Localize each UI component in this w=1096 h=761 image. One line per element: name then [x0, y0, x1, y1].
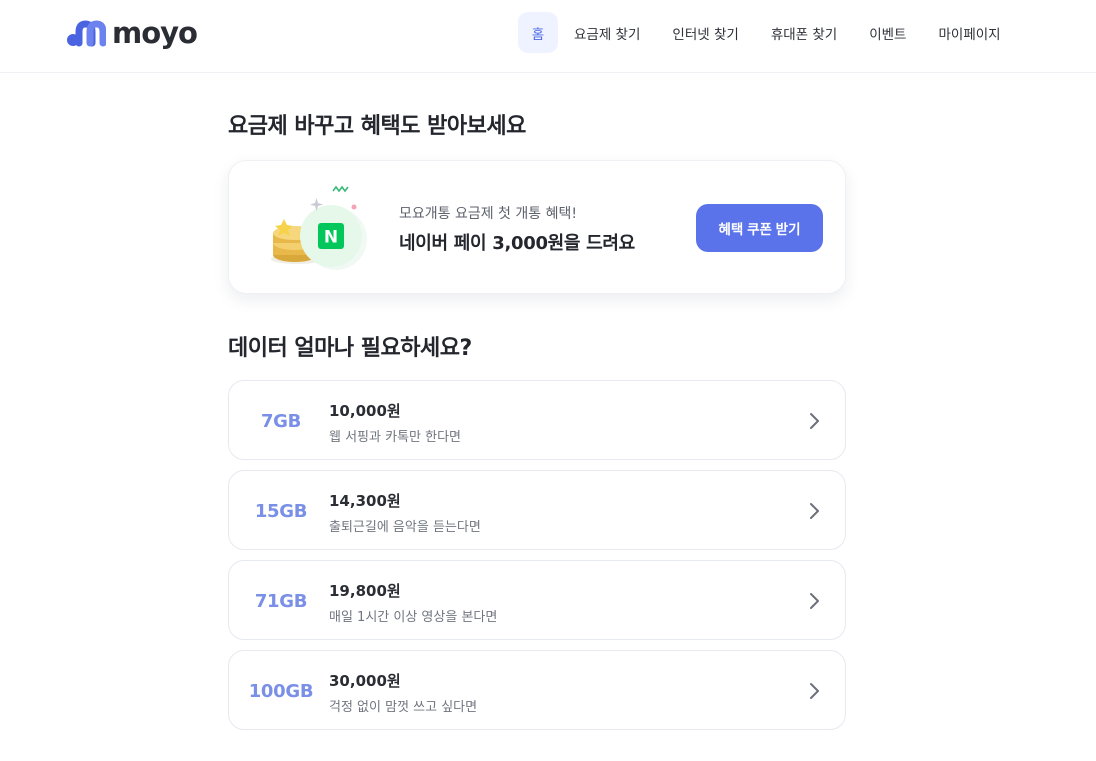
promo-banner[interactable]: N 모요개통 요금제 첫 개통 혜택! 네이버 페이 3,000원을 드려요 혜…: [228, 160, 846, 294]
nav-home[interactable]: 홈: [518, 12, 558, 53]
chevron-right-icon: [810, 593, 819, 609]
top-header: moyo 홈 요금제 찾기 인터넷 찾기 휴대폰 찾기 이벤트 마이페이지: [0, 0, 1096, 73]
nav-find-phone[interactable]: 휴대폰 찾기: [755, 12, 853, 53]
chevron-right-icon: [810, 413, 819, 429]
nav-find-internet[interactable]: 인터넷 찾기: [656, 12, 754, 53]
plan-description: 매일 1시간 이상 영상을 본다면: [329, 610, 498, 625]
plan-price: 14,300원: [329, 492, 401, 510]
chevron-right-icon: [810, 683, 819, 699]
chevron-right-icon: [810, 503, 819, 519]
plan-card-100gb[interactable]: 100GB 30,000원 걱정 없이 맘껏 쓰고 싶다면: [228, 650, 846, 730]
promo-section-title: 요금제 바꾸고 혜택도 받아보세요: [228, 114, 526, 139]
plan-card-7gb[interactable]: 7GB 10,000원 웹 서핑과 카톡만 한다면: [228, 380, 846, 460]
plan-list: 7GB 10,000원 웹 서핑과 카톡만 한다면 15GB 14,300원 출…: [228, 380, 846, 740]
plan-data-amount: 15GB: [254, 500, 308, 522]
plan-description: 웹 서핑과 카톡만 한다면: [329, 430, 461, 445]
logo-wordmark: moyo: [112, 15, 198, 50]
plan-description: 걱정 없이 맘껏 쓰고 싶다면: [329, 700, 478, 715]
main-nav: 홈 요금제 찾기 인터넷 찾기 휴대폰 찾기 이벤트 마이페이지: [518, 12, 1017, 53]
plan-price: 19,800원: [329, 582, 401, 600]
plan-card-15gb[interactable]: 15GB 14,300원 출퇴근길에 음악을 듣는다면: [228, 470, 846, 550]
promo-headline: 네이버 페이 3,000원을 드려요: [399, 233, 635, 254]
plan-data-amount: 71GB: [254, 590, 308, 612]
svg-text:N: N: [324, 228, 338, 248]
plan-price: 10,000원: [329, 402, 401, 420]
naver-pay-coins-icon: N: [271, 185, 367, 270]
moyo-logo[interactable]: moyo: [66, 15, 198, 50]
moyo-logo-mark-icon: [67, 20, 106, 47]
nav-events[interactable]: 이벤트: [853, 12, 922, 53]
get-coupon-button[interactable]: 혜택 쿠폰 받기: [696, 204, 823, 252]
plan-data-amount: 100GB: [248, 680, 314, 702]
plan-data-amount: 7GB: [260, 410, 302, 432]
nav-find-plans[interactable]: 요금제 찾기: [558, 12, 656, 53]
plan-price: 30,000원: [329, 672, 401, 690]
nav-mypage[interactable]: 마이페이지: [922, 12, 1016, 53]
plan-card-71gb[interactable]: 71GB 19,800원 매일 1시간 이상 영상을 본다면: [228, 560, 846, 640]
plan-section-title: 데이터 얼마나 필요하세요?: [228, 336, 472, 361]
plan-description: 출퇴근길에 음악을 듣는다면: [329, 520, 481, 535]
promo-subtitle: 모요개통 요금제 첫 개통 혜택!: [399, 206, 577, 222]
